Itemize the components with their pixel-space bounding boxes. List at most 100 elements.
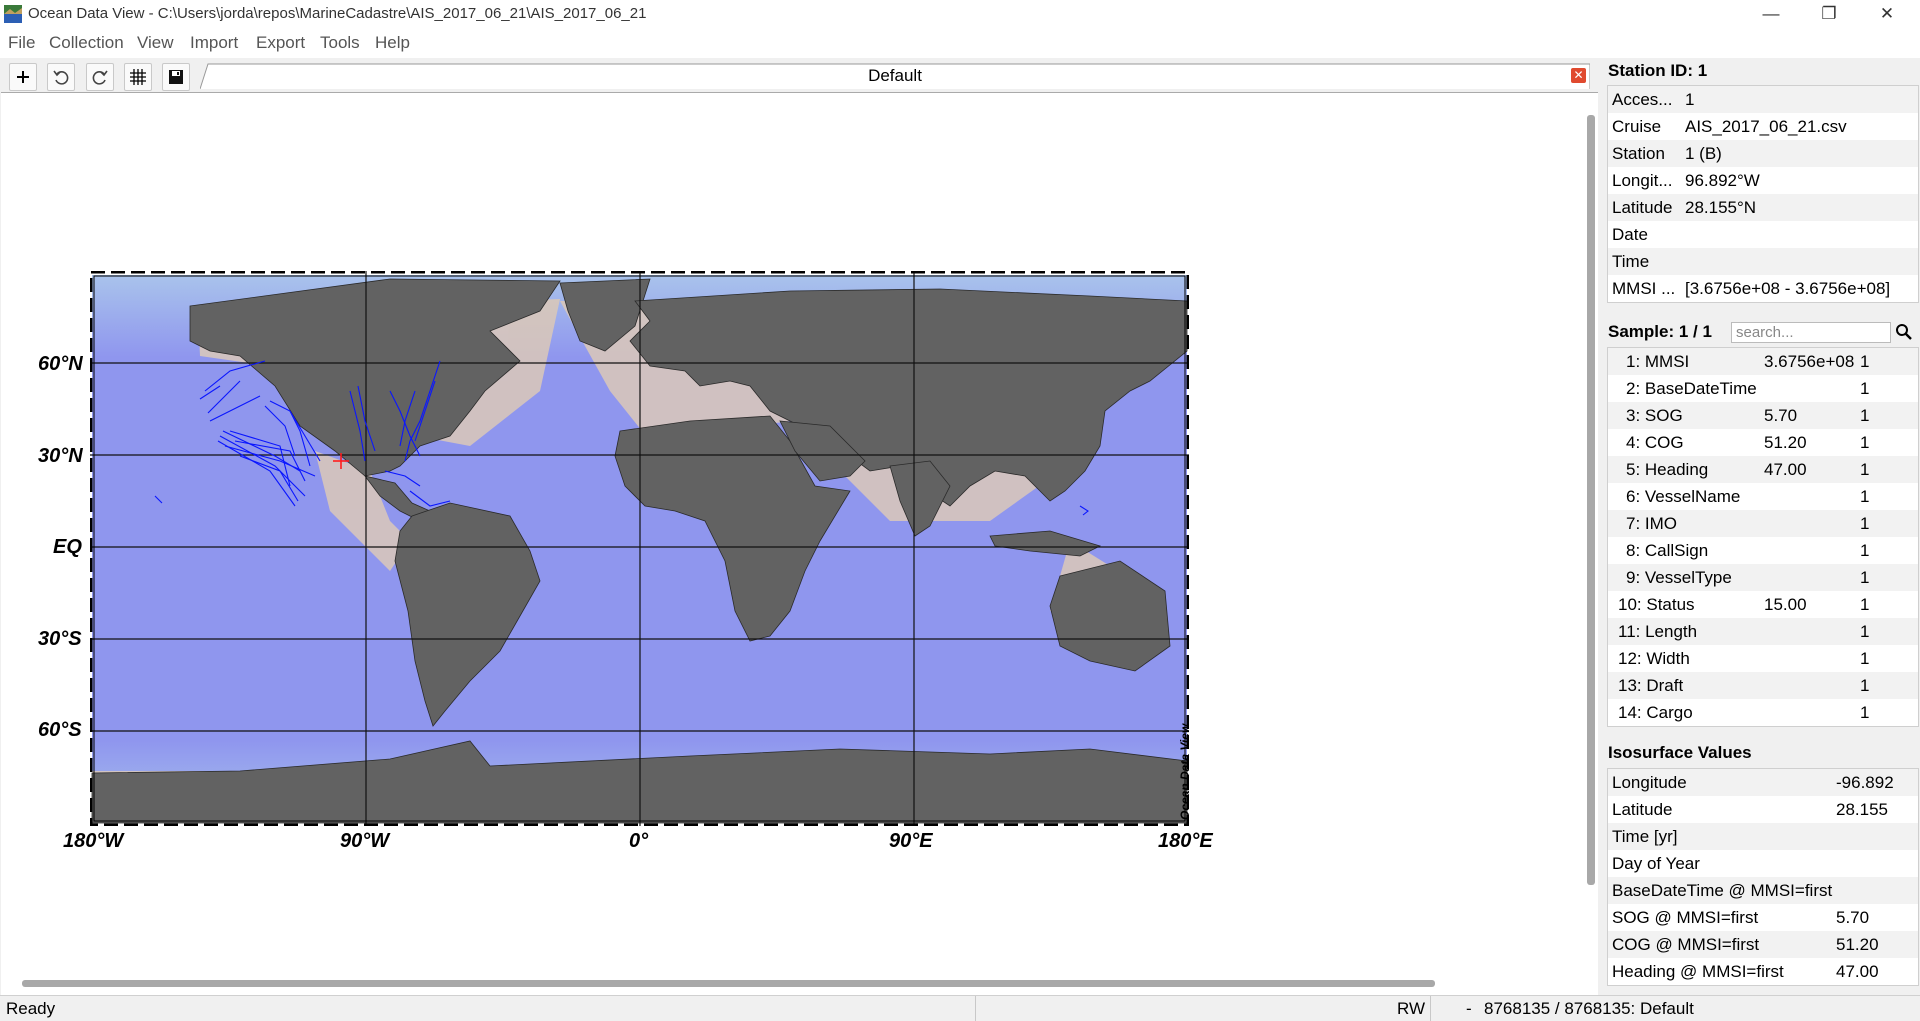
station-table: Acces... 1 Cruise AIS_2017_06_21.csv Stati… bbox=[1607, 85, 1919, 303]
isosurface-value: 47.00 bbox=[1836, 962, 1879, 981]
menu-collection[interactable]: Collection bbox=[49, 33, 124, 53]
isosurface-row[interactable]: Longitude -96.892 bbox=[1608, 769, 1918, 796]
redo-icon bbox=[92, 70, 108, 85]
close-window-button[interactable]: ✕ bbox=[1858, 0, 1916, 28]
menu-help[interactable]: Help bbox=[375, 33, 410, 53]
lon-label-0: 0° bbox=[629, 830, 649, 852]
lon-label-90e: 90°E bbox=[889, 830, 933, 852]
tab-label: Default bbox=[868, 66, 922, 85]
minimize-button[interactable]: — bbox=[1742, 0, 1800, 28]
isosurface-row[interactable]: COG @ MMSI=first 51.20 bbox=[1608, 931, 1918, 958]
sample-name: 2: BaseDateTime bbox=[1626, 379, 1757, 398]
isosurface-key: Heading @ MMSI=first bbox=[1612, 962, 1784, 981]
menu-bar: File Collection View Import Export Tools… bbox=[0, 28, 1920, 58]
isosurface-row[interactable]: Heading @ MMSI=first 47.00 bbox=[1608, 958, 1918, 985]
sample-row[interactable]: 5: Heading 47.00 1 bbox=[1608, 456, 1918, 483]
isosurface-table: Longitude -96.892 Latitude 28.155 Time [yr… bbox=[1607, 768, 1919, 986]
sample-name: 3: SOG bbox=[1626, 406, 1683, 425]
world-map[interactable] bbox=[90, 271, 1189, 826]
sample-row[interactable]: 13: Draft 1 bbox=[1608, 672, 1918, 699]
horizontal-scrollbar[interactable] bbox=[22, 980, 1435, 987]
undo-button[interactable] bbox=[47, 63, 75, 91]
isosurface-value: 28.155 bbox=[1836, 800, 1888, 819]
sample-row[interactable]: 2: BaseDateTime 1 bbox=[1608, 375, 1918, 402]
sample-flag: 1 bbox=[1860, 433, 1870, 452]
lat-label-30n: 30°N bbox=[38, 445, 83, 467]
sample-row[interactable]: 6: VesselName 1 bbox=[1608, 483, 1918, 510]
sample-flag: 1 bbox=[1860, 676, 1870, 695]
vertical-scrollbar[interactable] bbox=[1587, 115, 1595, 885]
station-key: MMSI ... bbox=[1612, 279, 1676, 298]
sample-search-input[interactable]: search... bbox=[1731, 322, 1891, 343]
sample-name: 5: Heading bbox=[1626, 460, 1709, 479]
close-tab-icon[interactable]: ✕ bbox=[1571, 68, 1586, 83]
isosurface-value: 51.20 bbox=[1836, 935, 1879, 954]
add-icon bbox=[17, 71, 29, 83]
station-row: MMSI ... [3.6756e+08 - 3.6756e+08] bbox=[1608, 275, 1918, 302]
view-tab[interactable]: Default ✕ bbox=[200, 63, 1590, 89]
isosurface-key: Longitude bbox=[1612, 773, 1687, 792]
menu-view[interactable]: View bbox=[137, 33, 174, 53]
sample-row[interactable]: 3: SOG 5.70 1 bbox=[1608, 402, 1918, 429]
sample-row[interactable]: 9: VesselType 1 bbox=[1608, 564, 1918, 591]
save-button[interactable] bbox=[162, 63, 190, 91]
sample-value: 51.20 bbox=[1764, 433, 1807, 452]
isosurface-row[interactable]: Latitude 28.155 bbox=[1608, 796, 1918, 823]
station-key: Date bbox=[1612, 225, 1648, 244]
sample-row[interactable]: 8: CallSign 1 bbox=[1608, 537, 1918, 564]
menu-file[interactable]: File bbox=[8, 33, 35, 53]
sample-flag: 1 bbox=[1860, 703, 1870, 722]
search-icon[interactable] bbox=[1895, 323, 1913, 341]
sample-flag: 1 bbox=[1860, 649, 1870, 668]
lon-label-90w: 90°W bbox=[340, 830, 390, 852]
lon-label-180e: 180°E bbox=[1158, 830, 1213, 852]
sample-name: 13: Draft bbox=[1618, 676, 1684, 695]
sample-row[interactable]: 11: Length 1 bbox=[1608, 618, 1918, 645]
isosurface-key: BaseDateTime @ MMSI=first bbox=[1612, 881, 1833, 900]
sample-flag: 1 bbox=[1860, 487, 1870, 506]
station-row: Date bbox=[1608, 221, 1918, 248]
status-text: Ready bbox=[6, 999, 56, 1018]
undo-icon bbox=[53, 70, 69, 85]
sample-row[interactable]: 7: IMO 1 bbox=[1608, 510, 1918, 537]
isosurface-row[interactable]: BaseDateTime @ MMSI=first bbox=[1608, 877, 1918, 904]
grid-icon bbox=[130, 69, 146, 85]
status-separator bbox=[975, 996, 976, 1021]
lat-label-30s: 30°S bbox=[38, 628, 82, 650]
menu-tools[interactable]: Tools bbox=[320, 33, 360, 53]
isosurface-value: 5.70 bbox=[1836, 908, 1870, 927]
isosurface-row[interactable]: Time [yr] bbox=[1608, 823, 1918, 850]
sample-name: 11: Length bbox=[1618, 622, 1698, 641]
status-dash: - bbox=[1466, 999, 1472, 1018]
station-row: Cruise AIS_2017_06_21.csv bbox=[1608, 113, 1918, 140]
station-row: Longit... 96.892°W bbox=[1608, 167, 1918, 194]
redo-button[interactable] bbox=[86, 63, 114, 91]
status-info: 8768135 / 8768135: Default bbox=[1484, 999, 1694, 1018]
isosurface-row[interactable]: Day of Year bbox=[1608, 850, 1918, 877]
add-button[interactable] bbox=[9, 63, 37, 91]
menu-export[interactable]: Export bbox=[256, 33, 305, 53]
isosurface-key: Latitude bbox=[1612, 800, 1673, 819]
sample-name: 10: Status bbox=[1618, 595, 1695, 614]
station-header: Station ID: 1 bbox=[1608, 61, 1708, 80]
station-row: Acces... 1 bbox=[1608, 86, 1918, 113]
station-value: 1 bbox=[1685, 90, 1695, 109]
sample-name: 8: CallSign bbox=[1626, 541, 1709, 560]
lon-label-180w: 180°W bbox=[63, 830, 124, 852]
sample-row[interactable]: 14: Cargo 1 bbox=[1608, 699, 1918, 726]
sample-row[interactable]: 4: COG 51.20 1 bbox=[1608, 429, 1918, 456]
grid-button[interactable] bbox=[124, 63, 152, 91]
sample-flag: 1 bbox=[1860, 352, 1870, 371]
station-value: 1 (B) bbox=[1685, 144, 1722, 163]
isosurface-header: Isosurface Values bbox=[1608, 743, 1752, 762]
sample-flag: 1 bbox=[1860, 406, 1870, 425]
menu-import[interactable]: Import bbox=[190, 33, 238, 53]
isosurface-row[interactable]: SOG @ MMSI=first 5.70 bbox=[1608, 904, 1918, 931]
sample-row[interactable]: 10: Status 15.00 1 bbox=[1608, 591, 1918, 618]
sample-flag: 1 bbox=[1860, 460, 1870, 479]
sample-row[interactable]: 12: Width 1 bbox=[1608, 645, 1918, 672]
odv-app-icon bbox=[4, 5, 22, 23]
station-key: Cruise bbox=[1612, 117, 1662, 136]
sample-row[interactable]: 1: MMSI 3.6756e+08 1 bbox=[1608, 348, 1918, 375]
restore-button[interactable]: ❐ bbox=[1800, 0, 1858, 28]
